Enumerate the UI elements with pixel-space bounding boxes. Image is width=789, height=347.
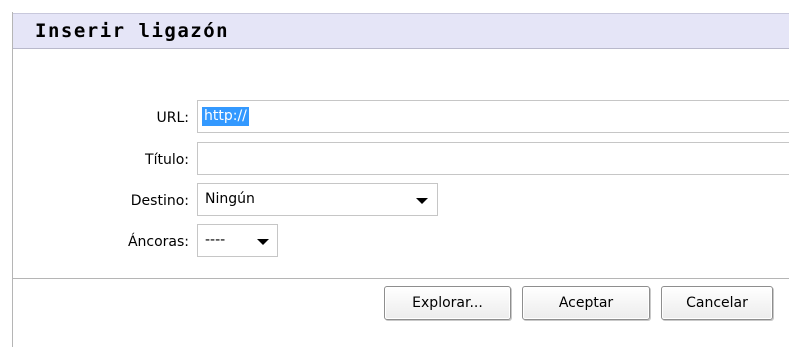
insert-link-dialog: Inserir ligazón URL: http:// Título: Des…: [0, 0, 789, 347]
footer-divider: [13, 278, 789, 279]
title-input[interactable]: [197, 142, 789, 175]
target-select[interactable]: Ningún: [197, 183, 438, 216]
anchors-label: Áncoras:: [127, 234, 189, 250]
browse-button[interactable]: Explorar...: [384, 286, 511, 320]
url-label: URL:: [156, 110, 190, 126]
url-value-selected: http://: [202, 107, 249, 126]
dialog-title-bar: Inserir ligazón: [13, 13, 789, 49]
caret-down-icon: [416, 198, 428, 204]
target-selected-value: Ningún: [205, 191, 255, 207]
target-label: Destino:: [130, 193, 189, 209]
accept-button[interactable]: Aceptar: [522, 286, 650, 320]
caret-down-icon: [257, 239, 269, 245]
dialog-title: Inserir ligazón: [35, 20, 230, 42]
url-input[interactable]: http://: [197, 100, 789, 133]
cancel-button[interactable]: Cancelar: [661, 286, 773, 320]
anchors-selected-value: ----: [205, 232, 226, 248]
title-label: Título:: [145, 152, 189, 168]
dialog-left-border: [12, 12, 13, 347]
anchors-select[interactable]: ----: [197, 224, 278, 257]
